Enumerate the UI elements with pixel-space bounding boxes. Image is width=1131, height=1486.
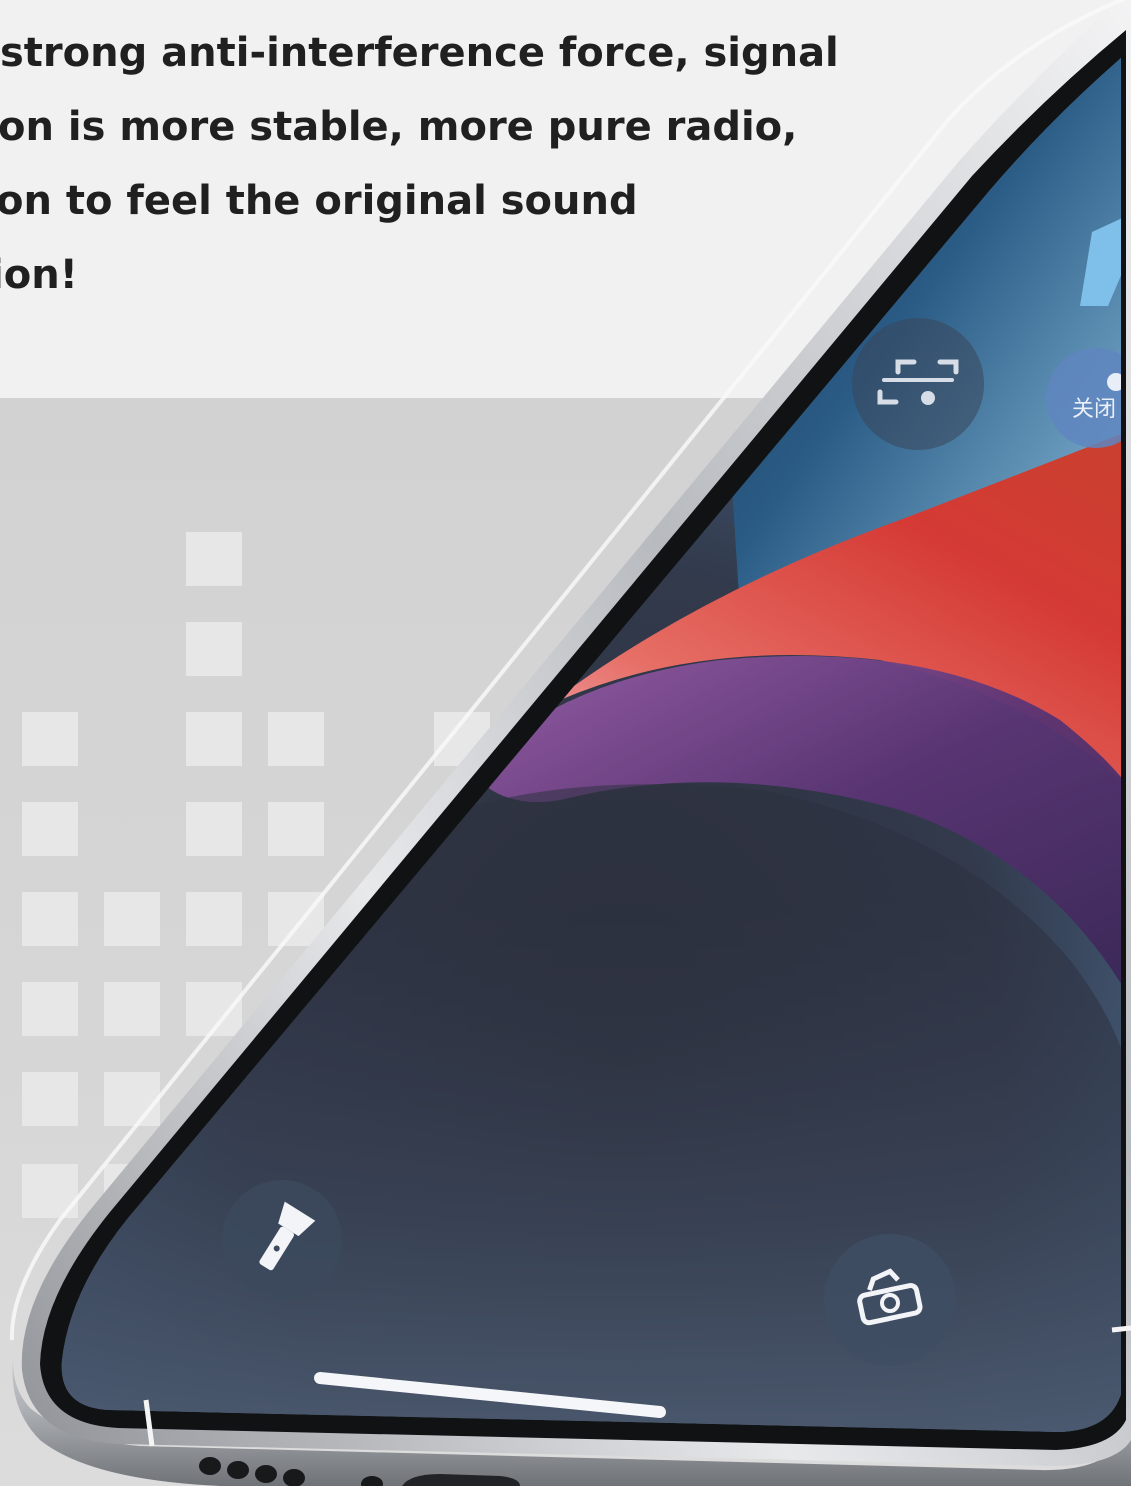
status-chip-label: 关闭 [1072,397,1116,422]
antenna-line [1111,1325,1131,1333]
flashlight-icon[interactable] [222,1180,342,1300]
camera-icon[interactable] [824,1234,956,1366]
phone-illustration: 关闭 [9,0,1131,1486]
product-image: strong anti-interference force, signal o… [0,0,1131,1486]
scan-icon[interactable] [852,318,984,450]
